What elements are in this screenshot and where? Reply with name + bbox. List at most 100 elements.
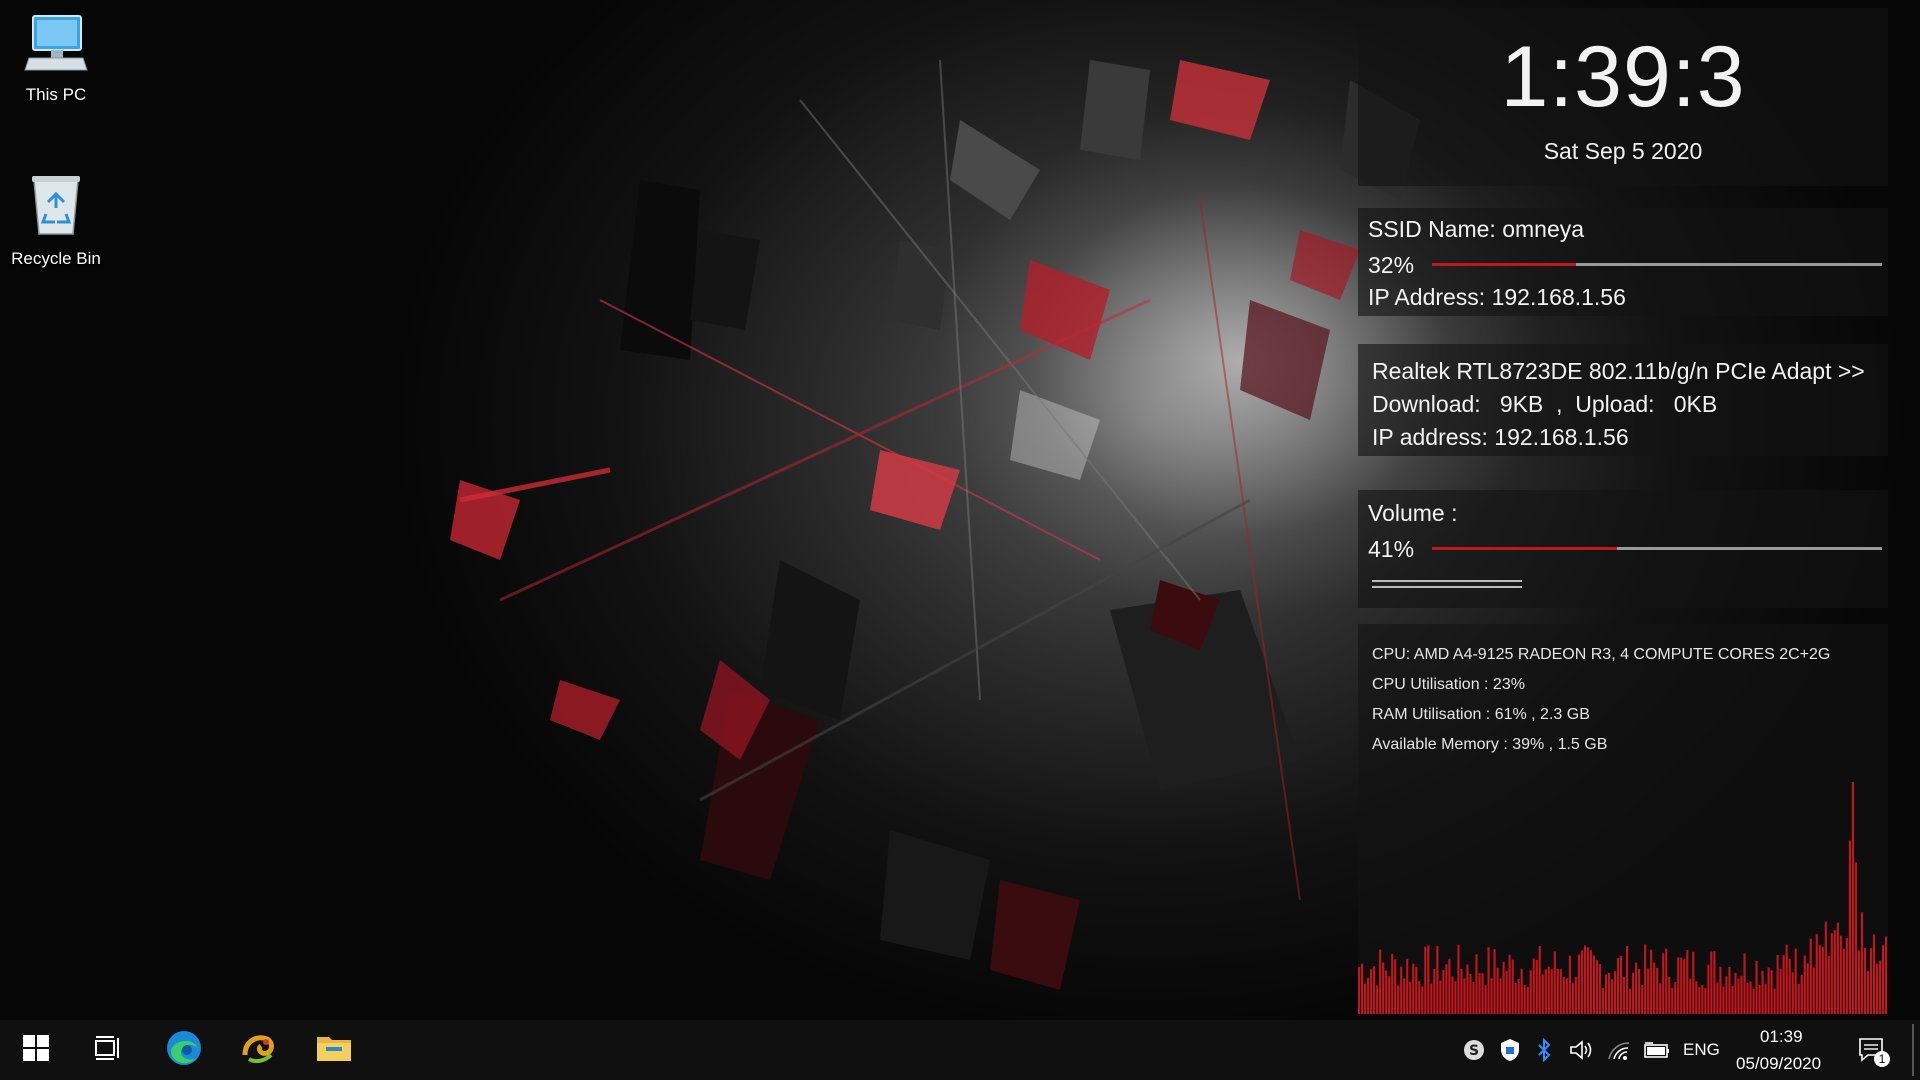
cpu-graph-bar — [1379, 949, 1382, 1014]
cpu-graph-bar — [1740, 975, 1743, 1014]
cpu-graph-bar — [1776, 955, 1779, 1014]
cpu-graph-bar — [1698, 987, 1701, 1014]
wifi-widget: SSID Name: omneya 32% IP Address: 192.16… — [1358, 208, 1888, 316]
cpu-graph-bar — [1430, 983, 1433, 1014]
cpu-graph-bar — [1514, 982, 1517, 1014]
desktop-icon-recycle-bin[interactable]: Recycle Bin — [8, 172, 104, 269]
volume-widget: Volume : 41% — [1358, 490, 1888, 608]
cpu-graph-bar — [1785, 944, 1788, 1014]
cpu-graph-bar — [1713, 951, 1716, 1014]
cpu-graph-bar — [1406, 958, 1409, 1014]
volume-icon[interactable] — [1568, 1038, 1594, 1062]
cpu-graph-bar — [1472, 982, 1475, 1014]
cpu-graph-bar — [1743, 953, 1746, 1014]
cpu-graph-bar — [1571, 983, 1574, 1014]
cpu-graph-bar — [1848, 840, 1851, 1014]
cpu-graph-bar — [1680, 957, 1683, 1014]
cpu-graph-bar — [1412, 963, 1415, 1014]
cpu-graph-bar — [1824, 921, 1827, 1014]
show-desktop-button[interactable] — [1912, 1024, 1914, 1076]
file-explorer-taskbar-button[interactable] — [298, 1020, 370, 1080]
cpu-graph-bar — [1451, 976, 1454, 1014]
language-indicator[interactable]: ENG — [1683, 1040, 1720, 1060]
cpu-graph-bar — [1424, 946, 1427, 1014]
cpu-graph-bar — [1364, 983, 1367, 1014]
cpu-graph-bar — [1475, 954, 1478, 1014]
cpu-graph-bar — [1469, 974, 1472, 1014]
cpu-graph-bar — [1665, 948, 1668, 1014]
taskbar: S ENG 01:39 05/09/2020 1 — [0, 1020, 1920, 1080]
cpu-graph-bar — [1511, 959, 1514, 1014]
battery-icon[interactable] — [1642, 1038, 1670, 1062]
cpu-graph-bar — [1767, 967, 1770, 1014]
task-view-icon — [94, 1035, 122, 1065]
cpu-graph-bar — [1445, 964, 1448, 1014]
cpu-graph-bar — [1626, 946, 1629, 1014]
cpu-graph-bar — [1860, 912, 1864, 1014]
cpu-graph-bar — [1559, 969, 1562, 1014]
clock-date: Sat Sep 5 2020 — [1543, 138, 1703, 164]
cpu-graph-bar — [1686, 949, 1689, 1014]
cpu-graph-bar — [1583, 945, 1586, 1014]
security-shield-icon[interactable] — [1498, 1038, 1522, 1062]
cpu-graph-bar — [1677, 957, 1680, 1014]
edge-icon — [165, 1029, 203, 1072]
cpu-graph-bar — [1815, 934, 1818, 1014]
ip-address: IP Address: 192.168.1.56 — [1368, 284, 1626, 310]
bluetooth-icon[interactable] — [1534, 1038, 1554, 1062]
cpu-graph-bar — [1427, 945, 1430, 1014]
cpu-graph-bar — [1457, 944, 1460, 1014]
network-traffic: Download: 9KB , Upload: 0KB — [1372, 391, 1718, 417]
wifi-signal-bar — [1432, 263, 1882, 266]
cpu-graph-bar — [1388, 976, 1391, 1014]
cpu-graph-bar — [1734, 973, 1737, 1014]
cpu-graph-bar — [1616, 958, 1620, 1014]
wifi-signal-percent: 32% — [1368, 252, 1415, 278]
cpu-graph-bar — [1653, 962, 1656, 1014]
cpu-graph-bar — [1535, 959, 1538, 1014]
recycle-bin-icon — [8, 172, 104, 243]
cpu-graph-bar — [1418, 981, 1421, 1014]
cpu-graph-bar — [1701, 985, 1704, 1014]
taskbar-clock-time[interactable]: 01:39 — [1760, 1027, 1803, 1047]
cpu-graph-bar — [1613, 971, 1617, 1014]
cpu-graph-bar — [1490, 978, 1493, 1014]
cpu-graph-bar — [1710, 951, 1713, 1014]
skype-icon[interactable]: S — [1462, 1038, 1486, 1062]
cpu-name: CPU: AMD A4-9125 RADEON R3, 4 COMPUTE CO… — [1372, 646, 1831, 663]
cpu-graph-bar — [1725, 976, 1728, 1014]
cpu-graph-bar — [1821, 946, 1824, 1014]
cpu-graph-bar — [1400, 966, 1403, 1014]
cpu-graph-bar — [1487, 947, 1490, 1014]
cpu-graph-bar — [1373, 966, 1376, 1014]
cpu-graph-bar — [1629, 988, 1632, 1014]
windows-start-icon — [23, 1034, 49, 1066]
cpu-graph-bar — [1707, 964, 1710, 1014]
cpu-graph-bar — [1836, 922, 1839, 1014]
cpu-graph-bar — [1863, 947, 1867, 1014]
cpu-graph-bar — [1574, 976, 1577, 1014]
cpu-graph-bar — [1779, 968, 1782, 1014]
volume-bar[interactable] — [1432, 547, 1882, 550]
desktop-icon-label: Recycle Bin — [11, 249, 101, 268]
cpu-graph-bar — [1595, 960, 1599, 1014]
wifi-icon[interactable] — [1606, 1038, 1632, 1062]
cpu-graph-bar — [1737, 978, 1740, 1014]
cpu-graph-bar — [1674, 982, 1677, 1014]
cpu-graph-bar — [1854, 862, 1857, 1014]
desktop-icon-this-pc[interactable]: This PC — [8, 12, 104, 105]
cpu-graph-bar — [1508, 954, 1511, 1014]
chameleon-app-taskbar-button[interactable] — [222, 1020, 294, 1080]
cpu-graph-bar — [1415, 967, 1418, 1014]
cpu-graph-bar — [1857, 950, 1860, 1014]
volume-label: Volume : — [1368, 500, 1458, 526]
edge-taskbar-button[interactable] — [148, 1020, 220, 1080]
taskbar-clock-date[interactable]: 05/09/2020 — [1736, 1054, 1821, 1074]
cpu-graph-bar — [1562, 977, 1565, 1014]
start-button[interactable] — [0, 1020, 72, 1080]
task-view-button[interactable] — [72, 1020, 144, 1080]
cpu-graph-bar — [1641, 985, 1644, 1014]
action-center-button[interactable]: 1 — [1856, 1038, 1890, 1067]
cpu-graph-bar — [1478, 973, 1481, 1014]
cpu-graph-bar — [1409, 981, 1412, 1014]
